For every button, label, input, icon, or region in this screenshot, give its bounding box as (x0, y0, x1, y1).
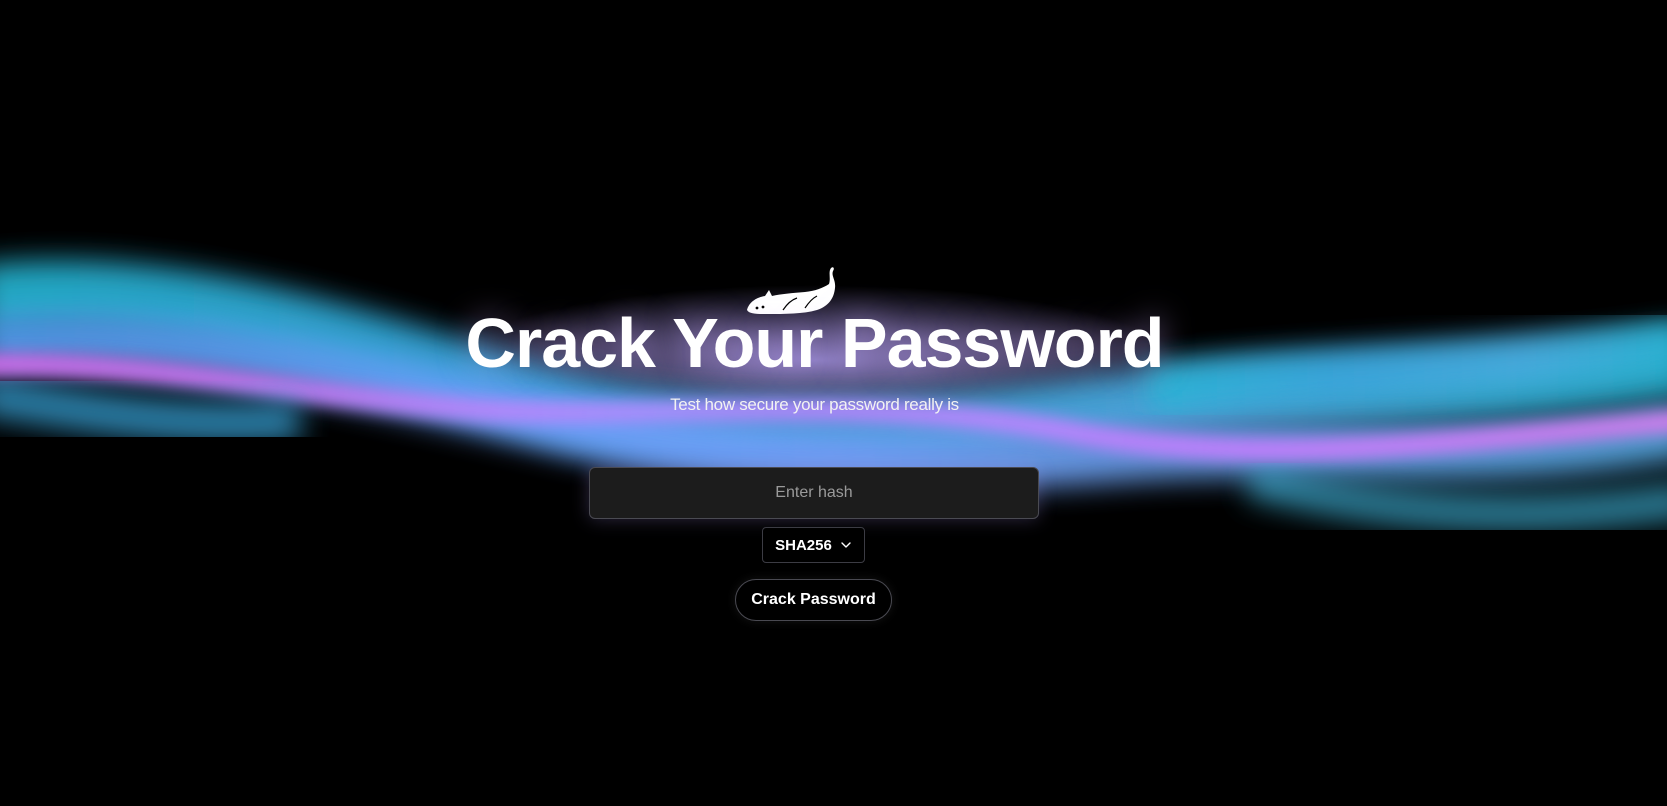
algorithm-selected-label: SHA256 (775, 536, 832, 554)
chevron-down-icon (841, 542, 851, 548)
title-wrapper: Crack Your Password (0, 298, 1629, 388)
page-title: Crack Your Password (465, 304, 1164, 382)
page: Crack Your Password Test how secure your… (0, 0, 1667, 806)
main-content: Crack Your Password Test how secure your… (0, 0, 1667, 806)
algorithm-select[interactable]: SHA256 (762, 527, 865, 563)
page-subtitle: Test how secure your password really is (670, 395, 959, 414)
hash-input[interactable] (589, 467, 1039, 519)
crack-password-button[interactable]: Crack Password (735, 579, 892, 621)
